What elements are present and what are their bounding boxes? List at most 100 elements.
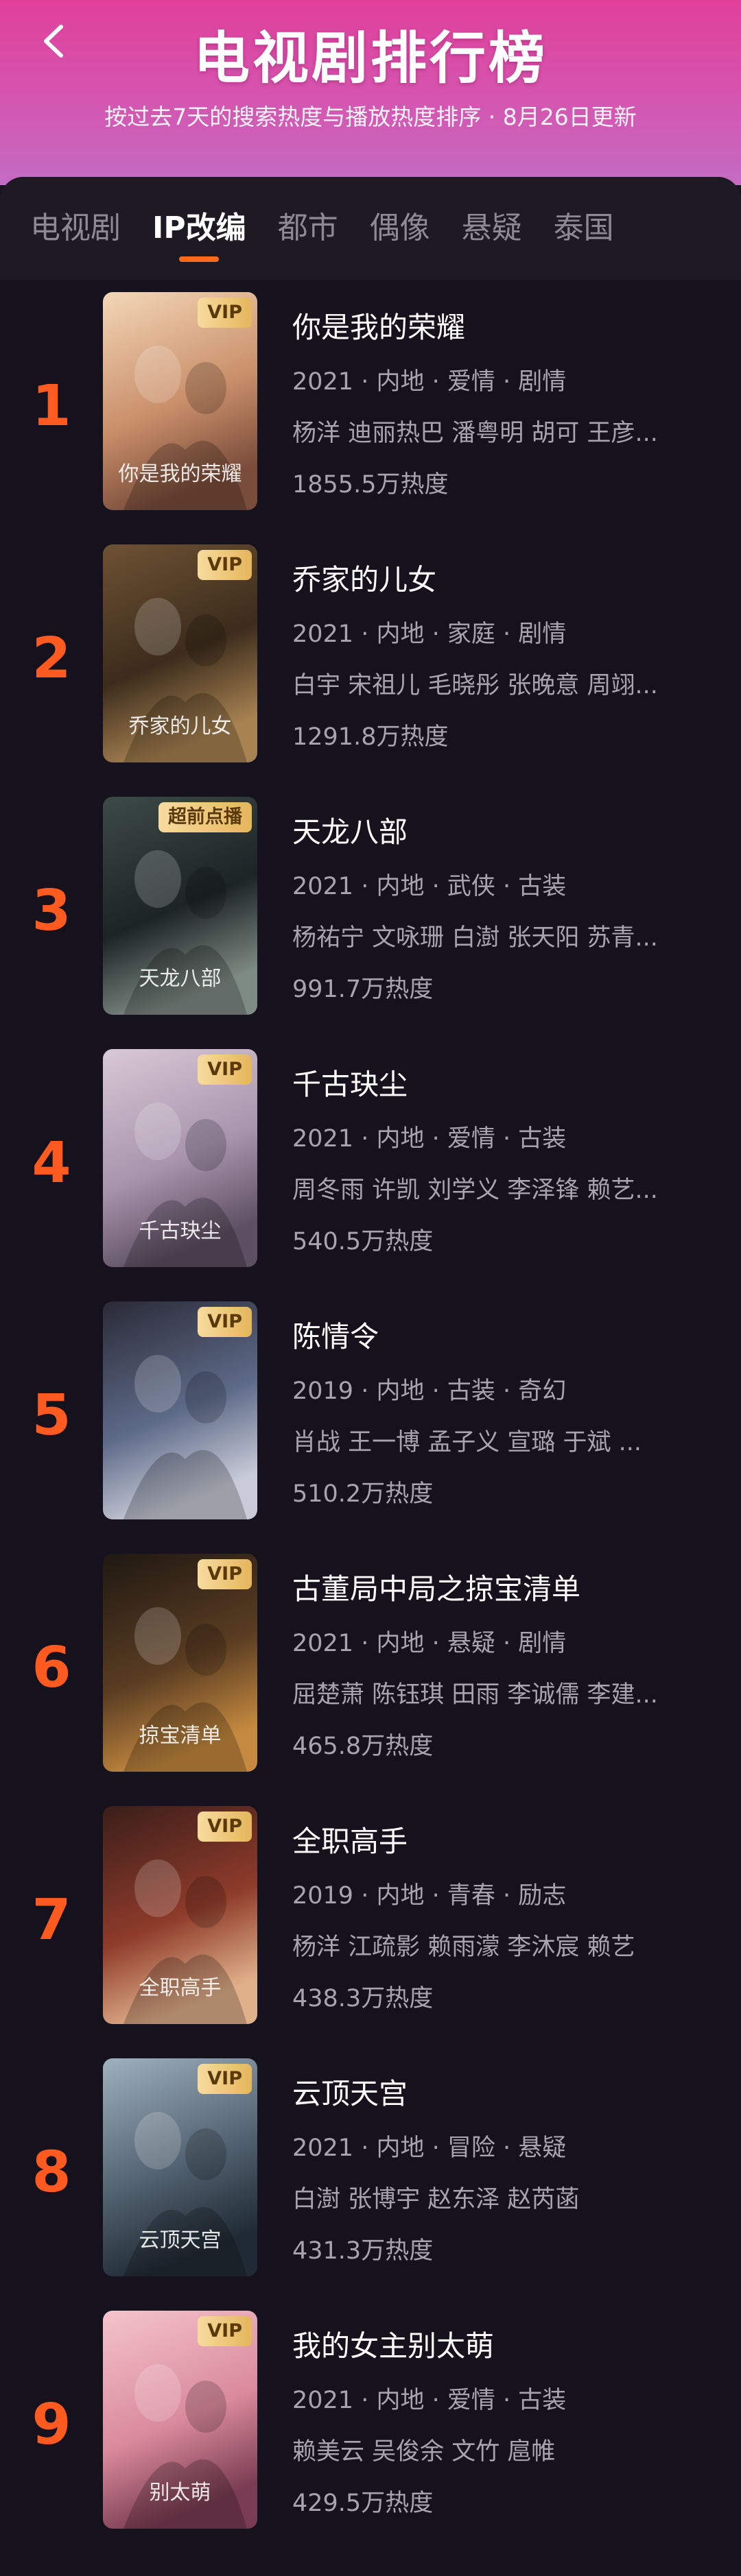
item-info: 你是我的荣耀 2021 · 内地 · 爱情 · 剧情 杨洋 迪丽热巴 潘粤明 胡… bbox=[292, 307, 714, 500]
ranking-item[interactable]: 3 超前点播 天龙八部 天龙八部 2021 · 内地 · 武侠 · 古装 杨祐宁… bbox=[0, 784, 741, 1037]
show-meta: 2021 · 内地 · 悬疑 · 剧情 bbox=[292, 1630, 567, 1657]
show-cast: 白宇 宋祖儿 毛晓彤 张晚意 周翊... bbox=[292, 672, 658, 699]
poster-thumbnail[interactable]: VIP 掠宝清单 bbox=[103, 1554, 257, 1772]
ranking-item[interactable]: 6 VIP 掠宝清单 古董局中局之掠宝清单 2021 · 内地 · 悬疑 · 剧… bbox=[0, 1541, 741, 1794]
badge: VIP bbox=[198, 1307, 252, 1337]
badge: 超前点播 bbox=[158, 802, 252, 832]
show-title[interactable]: 古董局中局之掠宝清单 bbox=[292, 1569, 714, 1610]
show-heat: 438.3万热度 bbox=[292, 1985, 434, 2012]
poster-title-text: 你是我的荣耀 bbox=[118, 462, 242, 486]
show-heat: 429.5万热度 bbox=[292, 2490, 434, 2517]
badge: VIP bbox=[198, 1559, 252, 1589]
rank-number: 6 bbox=[32, 1635, 71, 1700]
poster-title-text: 天龙八部 bbox=[139, 967, 222, 991]
show-title[interactable]: 云顶天宫 bbox=[292, 2073, 714, 2115]
header: 电视剧排行榜 按过去7天的搜索热度与播放热度排序 · 8月26日更新 bbox=[0, 0, 741, 185]
item-info: 古董局中局之掠宝清单 2021 · 内地 · 悬疑 · 剧情 屈楚萧 陈钰琪 田… bbox=[292, 1569, 714, 1761]
ranking-item[interactable]: 1 VIP 你是我的荣耀 你是我的荣耀 2021 · 内地 · 爱情 · 剧情 … bbox=[0, 280, 741, 532]
tab-thailand[interactable]: 泰国 bbox=[554, 204, 614, 252]
show-heat: 431.3万热度 bbox=[292, 2237, 434, 2265]
show-meta: 2021 · 内地 · 家庭 · 剧情 bbox=[292, 621, 567, 648]
show-heat: 991.7万热度 bbox=[292, 976, 434, 1003]
show-meta: 2021 · 内地 · 爱情 · 古装 bbox=[292, 1125, 567, 1153]
rank-number: 8 bbox=[32, 2139, 71, 2205]
ranking-panel: 电视剧 IP改编 都市 偶像 悬疑 泰国 1 VIP 你是我的荣耀 你是我的荣耀… bbox=[0, 177, 741, 2576]
poster-thumbnail[interactable]: VIP 全职高手 bbox=[103, 1806, 257, 2024]
item-info: 全职高手 2019 · 内地 · 青春 · 励志 杨洋 江疏影 赖雨濛 李沐宸 … bbox=[292, 1821, 714, 2014]
page-title: 电视剧排行榜 bbox=[193, 26, 548, 91]
poster-thumbnail[interactable]: VIP 别太萌 bbox=[103, 2311, 257, 2529]
show-cast: 杨洋 迪丽热巴 潘粤明 胡可 王彦... bbox=[292, 420, 658, 447]
item-info: 我的女主别太萌 2021 · 内地 · 爱情 · 古装 赖美云 吴俊余 文竹 扈… bbox=[292, 2326, 714, 2518]
tab-ip-adaptation[interactable]: IP改编 bbox=[152, 204, 246, 252]
category-tabs: 电视剧 IP改编 都市 偶像 悬疑 泰国 bbox=[0, 177, 741, 280]
show-cast: 肖战 王一博 孟子义 宣璐 于斌 ... bbox=[292, 1429, 642, 1456]
poster-title-text: 全职高手 bbox=[139, 1976, 222, 2000]
poster-thumbnail[interactable]: VIP 你是我的荣耀 bbox=[103, 292, 257, 510]
poster-title-text: 乔家的儿女 bbox=[128, 714, 232, 738]
badge: VIP bbox=[198, 2064, 252, 2094]
poster-thumbnail[interactable]: 超前点播 天龙八部 bbox=[103, 797, 257, 1015]
show-title[interactable]: 天龙八部 bbox=[292, 812, 714, 853]
show-meta: 2021 · 内地 · 武侠 · 古装 bbox=[292, 873, 567, 900]
rank-number: 5 bbox=[32, 1382, 71, 1448]
rank-number: 3 bbox=[32, 878, 71, 943]
show-meta: 2021 · 内地 · 爱情 · 剧情 bbox=[292, 368, 567, 396]
show-cast: 赖美云 吴俊余 文竹 扈帷 bbox=[292, 2438, 556, 2466]
show-cast: 白澍 张博宇 赵东泽 赵芮菡 bbox=[292, 2186, 580, 2213]
item-info: 千古玦尘 2021 · 内地 · 爱情 · 古装 周冬雨 许凯 刘学义 李泽锋 … bbox=[292, 1064, 714, 1257]
item-info: 云顶天宫 2021 · 内地 · 冒险 · 悬疑 白澍 张博宇 赵东泽 赵芮菡 … bbox=[292, 2073, 714, 2266]
item-info: 天龙八部 2021 · 内地 · 武侠 · 古装 杨祐宁 文咏珊 白澍 张天阳 … bbox=[292, 812, 714, 1004]
poster-thumbnail[interactable]: VIP bbox=[103, 1301, 257, 1519]
badge: VIP bbox=[198, 1811, 252, 1842]
ranking-item[interactable]: 9 VIP 别太萌 我的女主别太萌 2021 · 内地 · 爱情 · 古装 赖美… bbox=[0, 2298, 741, 2551]
show-title[interactable]: 全职高手 bbox=[292, 1821, 714, 1862]
item-info: 乔家的儿女 2021 · 内地 · 家庭 · 剧情 白宇 宋祖儿 毛晓彤 张晚意… bbox=[292, 559, 714, 752]
poster-title-text: 千古玦尘 bbox=[139, 1219, 222, 1243]
show-heat: 1291.8万热度 bbox=[292, 723, 449, 751]
poster-thumbnail[interactable]: VIP 千古玦尘 bbox=[103, 1049, 257, 1267]
rank-number: 4 bbox=[32, 1130, 71, 1196]
show-cast: 屈楚萧 陈钰琪 田雨 李诚儒 李建... bbox=[292, 1681, 658, 1709]
show-title[interactable]: 你是我的荣耀 bbox=[292, 307, 714, 348]
badge: VIP bbox=[198, 2316, 252, 2346]
show-meta: 2021 · 内地 · 冒险 · 悬疑 bbox=[292, 2134, 567, 2162]
ranking-item[interactable]: 4 VIP 千古玦尘 千古玦尘 2021 · 内地 · 爱情 · 古装 周冬雨 … bbox=[0, 1037, 741, 1289]
show-heat: 465.8万热度 bbox=[292, 1733, 434, 1760]
ranking-item[interactable]: 7 VIP 全职高手 全职高手 2019 · 内地 · 青春 · 励志 杨洋 江… bbox=[0, 1794, 741, 2046]
item-info: 陈情令 2019 · 内地 · 古装 · 奇幻 肖战 王一博 孟子义 宣璐 于斌… bbox=[292, 1316, 714, 1509]
show-meta: 2021 · 内地 · 爱情 · 古装 bbox=[292, 2387, 567, 2414]
show-heat: 1855.5万热度 bbox=[292, 471, 449, 498]
ranking-item[interactable]: 5 VIP 陈情令 2019 · 内地 · 古装 · 奇幻 肖战 王一博 孟子义… bbox=[0, 1289, 741, 1541]
poster-title-text: 掠宝清单 bbox=[139, 1724, 222, 1748]
ranking-item[interactable]: 8 VIP 云顶天宫 云顶天宫 2021 · 内地 · 冒险 · 悬疑 白澍 张… bbox=[0, 2046, 741, 2298]
tab-urban[interactable]: 都市 bbox=[278, 204, 338, 252]
poster-title-text: 别太萌 bbox=[149, 2481, 211, 2505]
show-cast: 杨洋 江疏影 赖雨濛 李沐宸 赖艺 bbox=[292, 1934, 635, 1961]
tab-tv-series[interactable]: 电视剧 bbox=[30, 204, 121, 252]
rank-number: 2 bbox=[32, 625, 71, 691]
ranking-item[interactable]: 2 VIP 乔家的儿女 乔家的儿女 2021 · 内地 · 家庭 · 剧情 白宇… bbox=[0, 532, 741, 784]
show-meta: 2019 · 内地 · 古装 · 奇幻 bbox=[292, 1377, 567, 1405]
show-cast: 杨祐宁 文咏珊 白澍 张天阳 苏青... bbox=[292, 924, 658, 952]
rank-number: 7 bbox=[32, 1887, 71, 1953]
tab-idol[interactable]: 偶像 bbox=[370, 204, 430, 252]
show-title[interactable]: 我的女主别太萌 bbox=[292, 2326, 714, 2367]
poster-title-text: 云顶天宫 bbox=[139, 2228, 222, 2252]
page-subtitle: 按过去7天的搜索热度与播放热度排序 · 8月26日更新 bbox=[104, 104, 637, 130]
tab-suspense[interactable]: 悬疑 bbox=[462, 204, 522, 252]
show-title[interactable]: 乔家的儿女 bbox=[292, 559, 714, 601]
show-title[interactable]: 陈情令 bbox=[292, 1316, 714, 1358]
show-title[interactable]: 千古玦尘 bbox=[292, 1064, 714, 1105]
show-heat: 510.2万热度 bbox=[292, 1480, 434, 1508]
show-meta: 2019 · 内地 · 青春 · 励志 bbox=[292, 1882, 567, 1910]
badge: VIP bbox=[198, 1055, 252, 1085]
poster-thumbnail[interactable]: VIP 云顶天宫 bbox=[103, 2058, 257, 2276]
badge: VIP bbox=[198, 298, 252, 328]
show-cast: 周冬雨 许凯 刘学义 李泽锋 赖艺... bbox=[292, 1177, 658, 1204]
rank-number: 9 bbox=[32, 2392, 71, 2457]
poster-thumbnail[interactable]: VIP 乔家的儿女 bbox=[103, 544, 257, 762]
show-heat: 540.5万热度 bbox=[292, 1228, 434, 1255]
rank-number: 1 bbox=[32, 373, 71, 439]
badge: VIP bbox=[198, 550, 252, 580]
